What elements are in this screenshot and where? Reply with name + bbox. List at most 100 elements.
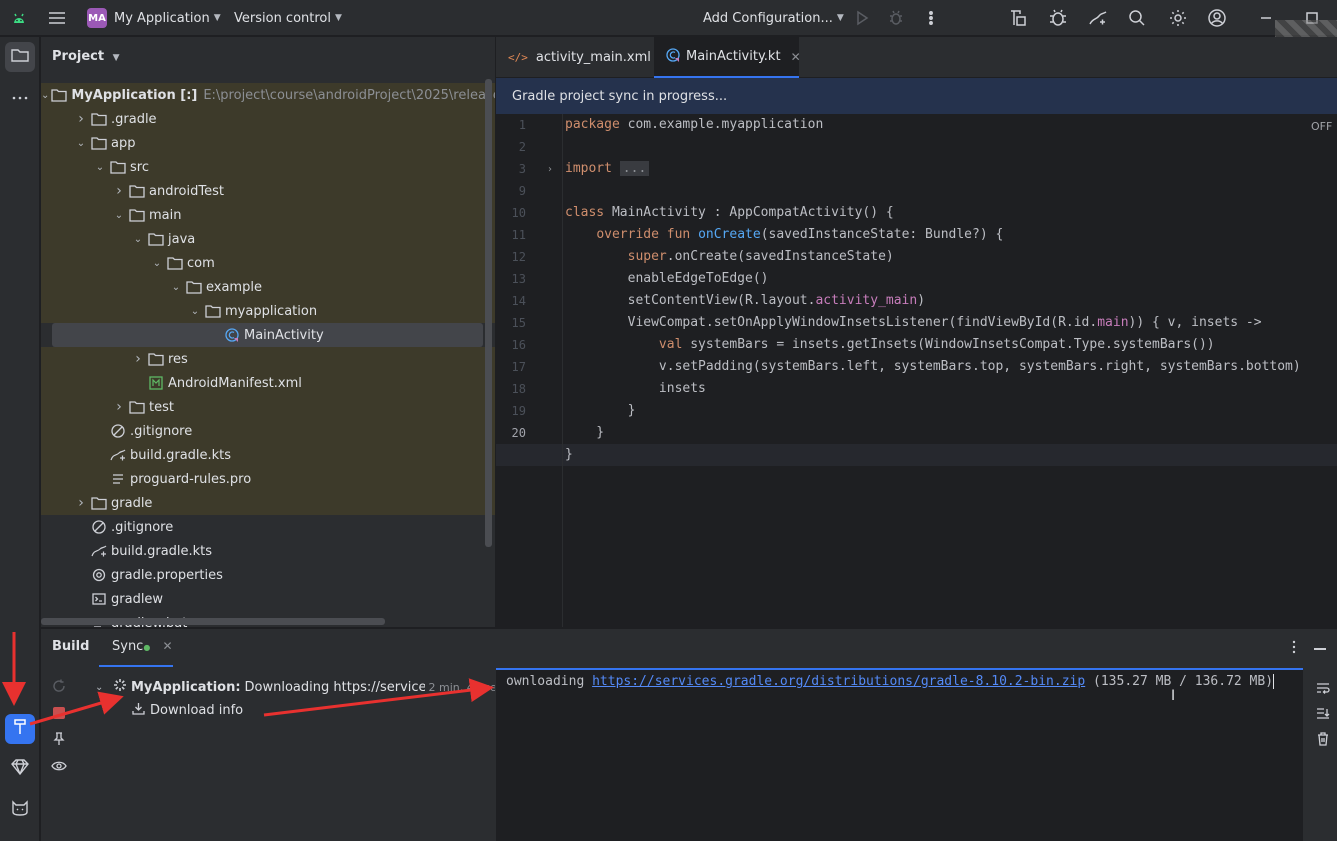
eye-icon[interactable]	[51, 759, 67, 777]
run-config-label: Add Configuration...	[703, 10, 833, 26]
vcs-selector[interactable]: Version control ▼	[234, 0, 342, 36]
tree-item[interactable]: .gitignore	[41, 419, 495, 443]
tree-item[interactable]: build.gradle.kts	[41, 539, 495, 563]
tree-item[interactable]: › .gradle	[41, 107, 495, 131]
code-line: class MainActivity : AppCompatActivity()…	[565, 205, 894, 220]
build-tool-button[interactable]	[5, 714, 35, 744]
minimize-panel-icon[interactable]	[1314, 648, 1326, 650]
chevron-down-icon[interactable]: ⌄	[187, 306, 203, 317]
tree-item-label: MyApplication [:]	[71, 87, 198, 103]
code-editor[interactable]: 1 2 3 9 10 11 12 13 14 15 16 17 18 19 20 › package com…	[496, 114, 1337, 627]
tree-item[interactable]: ⌄ myapplication	[41, 299, 495, 323]
chevron-down-icon[interactable]: ⌄	[92, 162, 108, 173]
current-line-highlight	[496, 444, 1337, 466]
trash-icon[interactable]	[1311, 727, 1335, 751]
main-menu-icon[interactable]	[48, 0, 66, 36]
tree-item[interactable]: › gradle	[41, 491, 495, 515]
tree-item[interactable]: ⌄ MyApplication [:] E:\project\course\andr…	[41, 83, 495, 107]
soft-wrap-icon[interactable]	[1311, 676, 1335, 700]
chevron-down-icon[interactable]: ⌄	[168, 282, 184, 293]
run-config-selector[interactable]: Add Configuration... ▼	[703, 0, 844, 36]
code-line: override fun onCreate(savedInstanceState…	[596, 227, 1004, 242]
tree-item[interactable]: gradlew	[41, 587, 495, 611]
tree-item[interactable]: MainActivity	[52, 323, 483, 347]
more-vertical-icon[interactable]	[924, 0, 938, 36]
close-icon[interactable]: ✕	[162, 639, 172, 653]
chevron-right-icon[interactable]: ›	[73, 111, 89, 127]
chevron-right-icon[interactable]: ›	[111, 183, 127, 199]
inlay-off-label[interactable]: OFF	[1311, 120, 1332, 133]
minimize-window-icon[interactable]	[1260, 0, 1272, 36]
tree-item-label: res	[168, 351, 188, 367]
build-child-row[interactable]: Download info	[132, 702, 243, 719]
fold-arrow-icon[interactable]: ›	[548, 164, 552, 175]
tree-item[interactable]: ⌄ java	[41, 227, 495, 251]
tree-horizontal-scrollbar[interactable]	[41, 618, 385, 625]
tree-item[interactable]: ⌄ app	[41, 131, 495, 155]
sync-gradle-icon[interactable]	[1088, 0, 1108, 36]
project-panel: Project ▼ ⌄ MyApplication [:] E:\project\c…	[41, 37, 495, 627]
chevron-down-icon[interactable]: ⌄	[111, 210, 127, 221]
logcat-icon	[11, 800, 29, 820]
chevron-right-icon[interactable]: ›	[111, 399, 127, 415]
tree-item[interactable]: gradle.properties	[41, 563, 495, 587]
tree-item[interactable]: › res	[41, 347, 495, 371]
build-task-row[interactable]: ⌄ MyApplication: Downloading https://ser…	[95, 678, 495, 696]
chevron-down-icon[interactable]: ⌄	[130, 234, 146, 245]
mouse-ibeam-cursor: I	[1171, 688, 1176, 704]
chevron-down-icon: ▼	[213, 13, 221, 23]
folder-icon	[91, 112, 107, 126]
tree-item-label: example	[206, 279, 262, 295]
console-download-link[interactable]: https://services.gradle.org/distribution…	[592, 674, 1085, 689]
tree-item[interactable]: › androidTest	[41, 179, 495, 203]
settings-gear-icon[interactable]	[1168, 0, 1188, 36]
tree-item[interactable]: ⌄ src	[41, 155, 495, 179]
search-icon[interactable]	[1128, 0, 1146, 36]
project-panel-header[interactable]: Project ▼	[52, 49, 120, 64]
line-number: 10	[511, 206, 526, 220]
tree-item[interactable]: ⌄ main	[41, 203, 495, 227]
chevron-down-icon[interactable]: ⌄	[149, 258, 165, 269]
tree-item[interactable]: .gitignore	[41, 515, 495, 539]
tree-item[interactable]: ⌄ example	[41, 275, 495, 299]
project-selector[interactable]: MA My Application ▼	[87, 0, 221, 36]
chevron-down-icon[interactable]: ⌄	[73, 138, 89, 149]
project-badge: MA	[87, 8, 107, 28]
tab-activity-main-xml[interactable]: </> activity_main.xml	[496, 37, 654, 78]
account-avatar-icon[interactable]	[1207, 0, 1227, 36]
gradle-file-icon	[91, 544, 107, 558]
settings-file-icon	[91, 568, 107, 582]
tab-sync[interactable]: Sync● ✕	[112, 639, 173, 654]
tab-label: MainActivity.kt	[686, 49, 781, 64]
run-icon[interactable]	[854, 0, 870, 36]
tab-build[interactable]: Build	[52, 639, 89, 654]
debug-icon[interactable]	[888, 0, 904, 36]
app-inspection-icon[interactable]	[1048, 0, 1068, 36]
tree-item[interactable]: › test	[41, 395, 495, 419]
tree-item-label: .gitignore	[111, 519, 174, 535]
logcat-tool-button[interactable]	[5, 795, 35, 825]
tree-item[interactable]: AndroidManifest.xml	[41, 371, 495, 395]
more-tools-button[interactable]	[5, 82, 35, 112]
project-tool-button[interactable]	[5, 42, 35, 72]
device-manager-icon[interactable]	[1008, 0, 1028, 36]
tree-item[interactable]: build.gradle.kts	[41, 443, 495, 467]
tree-item[interactable]: proguard-rules.pro	[41, 467, 495, 491]
build-console[interactable]: ownloading https://services.gradle.org/d…	[496, 668, 1303, 841]
android-logo-icon[interactable]	[11, 0, 27, 36]
gemini-tool-button[interactable]	[5, 754, 35, 784]
scroll-to-end-icon[interactable]	[1311, 701, 1335, 725]
pin-icon[interactable]	[52, 732, 66, 750]
chevron-right-icon[interactable]: ›	[73, 495, 89, 511]
more-vertical-icon[interactable]	[1288, 639, 1300, 659]
stop-icon[interactable]	[53, 707, 65, 719]
tree-item-label: app	[111, 135, 136, 151]
tree-vertical-scrollbar[interactable]	[485, 79, 492, 547]
chevron-down-icon[interactable]: ⌄	[41, 90, 49, 101]
rerun-icon[interactable]	[52, 679, 66, 697]
chevron-right-icon[interactable]: ›	[130, 351, 146, 367]
tree-item-label: AndroidManifest.xml	[168, 375, 302, 391]
close-icon[interactable]: ✕	[791, 50, 801, 64]
tree-item[interactable]: ⌄ com	[41, 251, 495, 275]
tab-mainactivity-kt[interactable]: MainActivity.kt ✕	[654, 37, 801, 78]
